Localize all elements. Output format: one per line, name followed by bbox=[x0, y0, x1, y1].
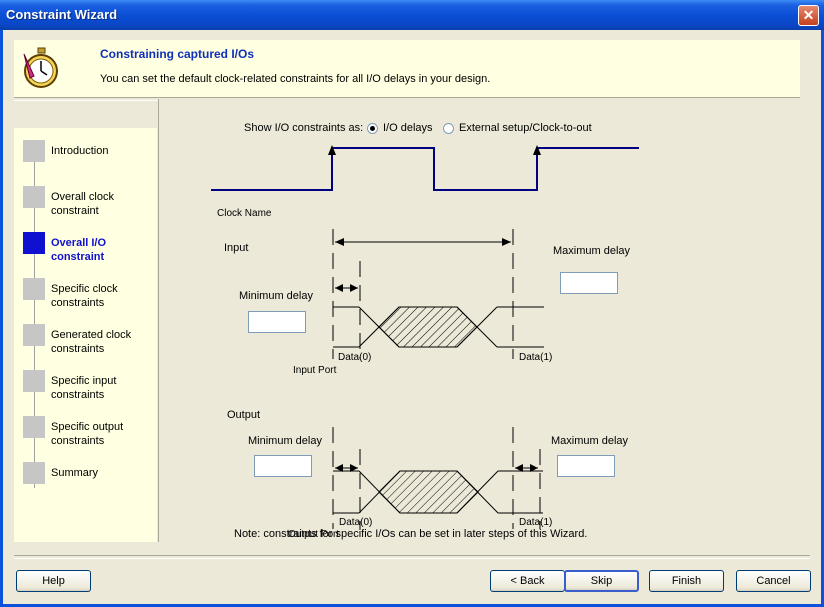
step-marker bbox=[23, 324, 45, 346]
step-label: Generated clock constraints bbox=[51, 329, 132, 355]
wizard-client: Constraining captured I/Os You can set t… bbox=[3, 30, 821, 604]
output-min-delay-label: Minimum delay bbox=[248, 435, 322, 447]
title-bar[interactable]: Constraint Wizard ✕ bbox=[0, 0, 824, 30]
output-data1-label: Data(1) bbox=[519, 517, 553, 528]
main-panel: Show I/O constraints as: I/O delays Exte… bbox=[158, 99, 801, 542]
step-marker bbox=[23, 462, 45, 484]
input-min-delay-label: Minimum delay bbox=[239, 290, 313, 302]
stopwatch-icon bbox=[23, 47, 58, 88]
note-text: Note: constraints for specific I/Os can … bbox=[234, 528, 588, 540]
step-label: Specific clock constraints bbox=[51, 283, 118, 309]
back-button[interactable]: < Back bbox=[490, 570, 565, 592]
input-data0-label: Data(0) bbox=[338, 352, 372, 363]
output-max-delay-field[interactable] bbox=[557, 455, 615, 477]
header-title: Constraining captured I/Os bbox=[100, 47, 255, 61]
wizard-window: Constraint Wizard ✕ Constraining capture… bbox=[0, 0, 824, 607]
step-label: Overall I/O constraint bbox=[51, 237, 107, 263]
clock-name-label: Clock Name bbox=[217, 208, 272, 219]
header-subtitle: You can set the default clock-related co… bbox=[100, 73, 491, 85]
clock-waveform bbox=[211, 147, 639, 191]
window-title: Constraint Wizard bbox=[6, 7, 118, 22]
input-max-delay-field[interactable] bbox=[560, 272, 618, 294]
step-label: Specific input constraints bbox=[51, 375, 117, 401]
step-label: Specific output constraints bbox=[51, 421, 124, 447]
clock-edge-arrow bbox=[328, 145, 336, 155]
steps-sidebar: Introduction Overall clock constraint Ov… bbox=[14, 128, 157, 542]
input-min-delay-field[interactable] bbox=[248, 311, 306, 333]
skip-button[interactable]: Skip bbox=[564, 570, 639, 592]
step-label: Summary bbox=[51, 467, 99, 479]
finish-button[interactable]: Finish bbox=[649, 570, 724, 592]
step-marker-active bbox=[23, 232, 45, 254]
output-section-label: Output bbox=[227, 409, 261, 421]
close-button[interactable]: ✕ bbox=[798, 5, 819, 26]
input-port-label: Input Port bbox=[293, 365, 337, 376]
output-min-delay-field[interactable] bbox=[254, 455, 312, 477]
output-data0-label: Data(0) bbox=[339, 517, 373, 528]
step-marker bbox=[23, 278, 45, 300]
step-label: Introduction bbox=[51, 145, 109, 157]
step-label: Overall clock constraint bbox=[51, 191, 114, 217]
close-icon: ✕ bbox=[802, 7, 815, 23]
input-data1-label: Data(1) bbox=[519, 352, 553, 363]
button-divider bbox=[14, 555, 810, 559]
step-marker bbox=[23, 416, 45, 438]
header-panel: Constraining captured I/Os You can set t… bbox=[14, 40, 800, 97]
input-section-label: Input bbox=[224, 242, 249, 254]
step-marker bbox=[23, 370, 45, 392]
cancel-button[interactable]: Cancel bbox=[736, 570, 811, 592]
output-max-delay-label: Maximum delay bbox=[551, 435, 629, 447]
clock-edge-arrow bbox=[533, 145, 541, 155]
step-marker bbox=[23, 140, 45, 162]
input-max-delay-label: Maximum delay bbox=[553, 245, 631, 257]
help-button[interactable]: Help bbox=[16, 570, 91, 592]
step-marker bbox=[23, 186, 45, 208]
